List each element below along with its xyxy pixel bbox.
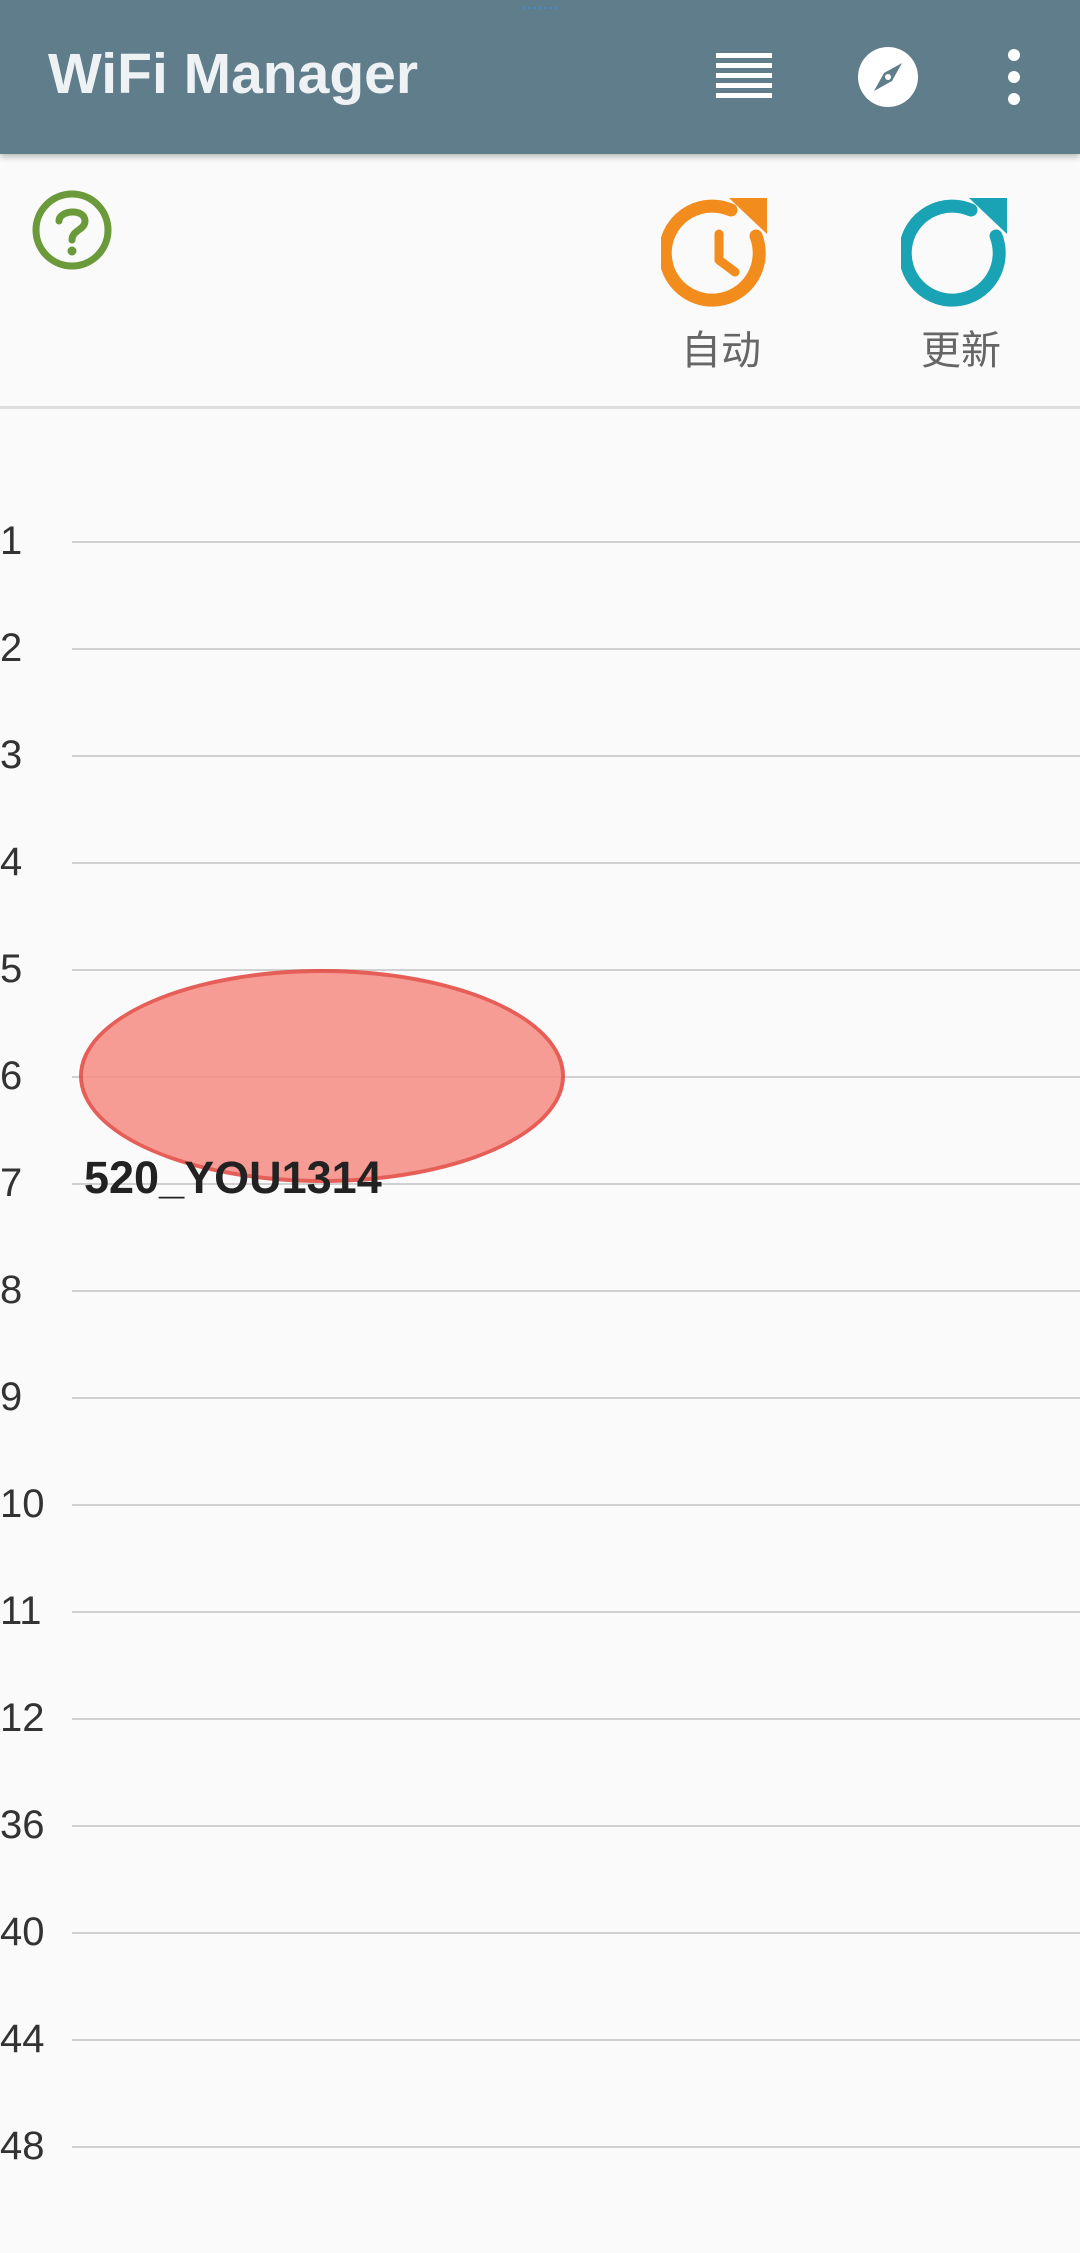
channel-grid-line — [72, 541, 1080, 543]
channel-label: 1 — [0, 519, 23, 563]
list-view-button[interactable] — [699, 32, 789, 122]
channel-row: 4 — [0, 840, 1080, 969]
channel-grid-line — [72, 1290, 1080, 1292]
app-bar: ······· WiFi Manager — [0, 0, 1080, 154]
channel-label: 6 — [0, 1054, 23, 1098]
auto-clock-icon — [661, 198, 767, 307]
channel-label: 7 — [0, 1161, 23, 1205]
channel-row: 48 — [0, 2124, 1080, 2253]
compass-button[interactable] — [843, 32, 933, 122]
channel-grid-line — [72, 755, 1080, 757]
channel-grid-line — [72, 862, 1080, 864]
channel-row: 44 — [0, 2017, 1080, 2146]
channel-grid-line — [72, 1825, 1080, 1827]
channel-grid-line — [72, 1397, 1080, 1399]
channel-grid-line — [72, 969, 1080, 971]
channel-row: 2 — [0, 626, 1080, 755]
channel-label: 5 — [0, 947, 23, 991]
channel-label: 8 — [0, 1268, 23, 1312]
channel-row: 36 — [0, 1803, 1080, 1932]
channel-label: 36 — [0, 1803, 45, 1847]
channel-row: 10 — [0, 1482, 1080, 1611]
channel-label: 44 — [0, 2017, 45, 2061]
refresh-label: 更新 — [921, 328, 1001, 374]
channel-row: 3 — [0, 733, 1080, 862]
channel-label: 3 — [0, 733, 23, 777]
channel-label: 40 — [0, 1910, 45, 1954]
channel-grid-line — [72, 1611, 1080, 1613]
list-view-icon — [716, 53, 772, 98]
channel-grid-line — [72, 1718, 1080, 1720]
help-button[interactable] — [30, 188, 114, 272]
channel-label: 2 — [0, 626, 23, 670]
channel-row: 1 — [0, 519, 1080, 648]
channel-label: 11 — [0, 1589, 42, 1633]
channel-row: 9 — [0, 1375, 1080, 1504]
auto-label: 自动 — [681, 328, 761, 374]
refresh-icon — [901, 198, 1007, 307]
channel-grid-line — [72, 2039, 1080, 2041]
refresh-button[interactable]: 更新 — [891, 194, 1031, 394]
status-watermark: ······· — [521, 0, 559, 19]
channel-row: 40 — [0, 1910, 1080, 2039]
help-circle-icon — [32, 190, 112, 270]
auto-button[interactable]: 自动 — [651, 194, 791, 394]
channel-label: 9 — [0, 1375, 23, 1419]
channel-label: 4 — [0, 840, 23, 884]
channel-row: 11 — [0, 1589, 1080, 1718]
network-ssid-label: 520_YOU1314 — [84, 1152, 382, 1203]
channel-grid-line — [72, 648, 1080, 650]
channel-label: 10 — [0, 1482, 45, 1526]
app-title: WiFi Manager — [48, 42, 419, 106]
channel-grid-line — [72, 1504, 1080, 1506]
channel-label: 12 — [0, 1696, 45, 1740]
channel-grid-line — [72, 1932, 1080, 1934]
channel-row: 8 — [0, 1268, 1080, 1397]
channel-label: 48 — [0, 2124, 45, 2168]
overflow-menu-icon — [1008, 49, 1020, 105]
channel-row: 12 — [0, 1696, 1080, 1825]
toolbar: 自动 更新 — [0, 154, 1080, 409]
channel-grid-line — [72, 2146, 1080, 2148]
channel-graph: 1 2 3 4 5 6 7 8 9 10 11 12 36 40 44 48 520_YOU1314 — [0, 409, 1080, 2219]
compass-icon — [858, 47, 918, 107]
overflow-menu-button[interactable] — [969, 32, 1059, 122]
